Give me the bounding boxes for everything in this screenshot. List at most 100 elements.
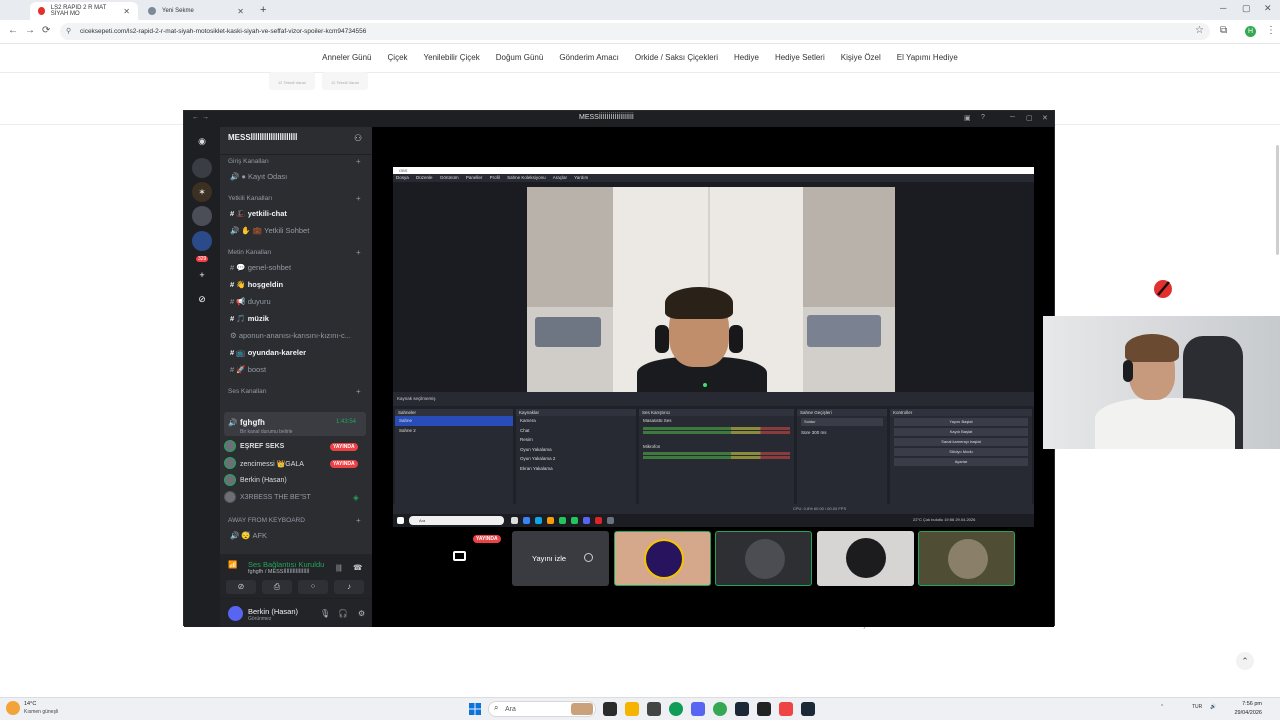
product-thumb[interactable]: 12 Tekstil Varan — [322, 72, 368, 90]
text-channel-oyundan[interactable]: # 📺 oyundan-kareler — [230, 348, 306, 357]
participant-tile[interactable] — [614, 531, 711, 586]
profile-avatar[interactable]: H — [1245, 26, 1256, 37]
text-channel-hosgeldin[interactable]: # 👋 hoşgeldin — [230, 280, 283, 289]
nav-link[interactable]: Anneler Günü — [322, 48, 371, 68]
server-name[interactable]: MESSİİİİİİİİİİİİİİİİİİİİİ — [228, 133, 297, 142]
app-icon[interactable] — [779, 702, 793, 716]
maximize-icon[interactable]: ▢ — [1242, 3, 1251, 14]
menu-item[interactable]: Düzenle — [416, 175, 433, 180]
noise-suppression-icon[interactable]: ||| — [336, 563, 342, 572]
nav-link[interactable]: Gönderim Amacı — [559, 48, 619, 68]
nav-link[interactable]: Orkide / Saksı Çiçekleri — [635, 48, 718, 68]
add-channel-icon[interactable]: + — [356, 387, 361, 396]
add-channel-icon[interactable]: + — [356, 516, 361, 525]
nav-link[interactable]: Hediye — [734, 48, 759, 68]
language-indicator[interactable]: TUR — [1192, 704, 1202, 710]
volume-icon[interactable]: 🔊 — [1210, 704, 1216, 710]
participant-tile[interactable] — [918, 531, 1015, 586]
voice-user[interactable]: EŞREF SEKS — [240, 443, 284, 450]
category-label[interactable]: Giriş Kanalları — [228, 158, 269, 165]
close-icon[interactable]: ✕ — [237, 7, 244, 16]
nav-link[interactable]: Çiçek — [388, 48, 408, 68]
chrome-icon[interactable] — [713, 702, 727, 716]
nav-link[interactable]: Kişiye Özel — [841, 48, 881, 68]
maximize-icon[interactable]: ▢ — [1026, 114, 1033, 122]
transition-duration[interactable]: Süre 300 ms — [797, 428, 887, 438]
scene-item[interactable]: Sahne — [395, 416, 513, 426]
server-icon-active[interactable] — [192, 206, 212, 226]
avatar[interactable] — [224, 474, 236, 486]
task-view-icon[interactable] — [603, 702, 617, 716]
avatar[interactable] — [224, 491, 236, 503]
participant-tile[interactable] — [715, 531, 812, 586]
category-label[interactable]: AWAY FROM KEYBOARD — [228, 517, 305, 524]
voice-channel-kayit[interactable]: 🔊 ● Kayıt Odası — [230, 172, 287, 181]
watch-stream-label[interactable]: Yayını izle — [532, 554, 566, 563]
avatar[interactable] — [224, 457, 236, 469]
source-item[interactable]: Oyun Yakalama — [516, 445, 636, 455]
file-explorer-icon[interactable] — [625, 702, 639, 716]
screen-share-button[interactable]: ⎙ — [262, 580, 292, 594]
source-item[interactable]: Oyun Yakalama 2 — [516, 454, 636, 464]
obs-window[interactable]: OBS Dosya Düzenle Görünüm Paneller Profi… — [393, 167, 1034, 527]
settings-gear-icon[interactable]: ⚙ — [358, 609, 365, 618]
voice-channel-yetkili-sohbet[interactable]: 🔊 ✋ 💼 Yetkili Sohbet — [230, 226, 309, 235]
menu-item[interactable]: Görünüm — [440, 175, 459, 180]
category-label[interactable]: Yetkili Kanalları — [228, 195, 272, 202]
microphone-icon[interactable]: 🎙 — [320, 609, 330, 618]
text-channel-muzik[interactable]: # 🎵 müzik — [230, 314, 269, 323]
add-channel-icon[interactable]: + — [356, 194, 361, 203]
forward-icon[interactable]: → — [25, 25, 35, 36]
tray-chevron-icon[interactable]: ⌃ — [1160, 704, 1164, 710]
menu-item[interactable]: Sahne Koleksiyonu — [507, 175, 546, 180]
stream-tile-screen[interactable]: YAYINDA — [411, 531, 508, 586]
weather-temp[interactable]: 14°C — [24, 701, 36, 707]
close-icon[interactable]: ✕ — [1042, 114, 1048, 122]
virtual-camera-button[interactable]: Sanal kamerayı başlat — [894, 438, 1028, 446]
menu-item[interactable]: Dosya — [396, 175, 409, 180]
steam-icon[interactable] — [801, 702, 815, 716]
close-window-icon[interactable]: ✕ — [1264, 3, 1272, 14]
back-icon[interactable]: ← — [8, 25, 18, 36]
menu-icon[interactable]: ⋮ — [1266, 25, 1276, 36]
settings-button[interactable]: Ayarlar — [894, 458, 1028, 466]
voice-status[interactable]: Ses Bağlantısı Kuruldu — [248, 560, 324, 569]
extensions-icon[interactable]: ⧉ — [1220, 25, 1227, 36]
source-item[interactable]: Resim — [516, 435, 636, 445]
start-stream-button[interactable]: Yayını Başlat — [894, 418, 1028, 426]
close-icon[interactable]: ✕ — [123, 7, 130, 16]
discover-icon[interactable]: ⊘ — [192, 289, 212, 309]
category-label[interactable]: Ses Kanalları — [228, 388, 267, 395]
avatar[interactable] — [224, 440, 236, 452]
username[interactable]: Berkin (Hasan) — [248, 607, 298, 616]
scroll-to-top-button[interactable]: ⌃ — [1236, 652, 1254, 670]
scene-item[interactable]: Sahne 2 — [395, 426, 513, 436]
app-icon[interactable] — [647, 702, 661, 716]
new-tab-button[interactable]: + — [260, 4, 266, 16]
voice-user[interactable]: X3RBESS THE BE"ST — [240, 494, 311, 501]
inbox-icon[interactable]: ▣ — [964, 114, 971, 122]
weather-icon[interactable] — [6, 701, 20, 715]
back-icon[interactable]: ← — [192, 114, 199, 121]
steam-icon[interactable] — [735, 702, 749, 716]
nav-link[interactable]: El Yapımı Hediye — [897, 48, 958, 68]
help-icon[interactable]: ? — [981, 114, 985, 121]
menu-item[interactable]: Yardım — [574, 175, 588, 180]
system-clock[interactable]: 7:56 pm 29/04/2026 — [1228, 700, 1262, 718]
windows-start-icon[interactable] — [469, 703, 481, 715]
nav-link[interactable]: Yenilebilir Çiçek — [424, 48, 480, 68]
participant-tile[interactable] — [817, 531, 914, 586]
add-member-icon[interactable]: ⚇ — [354, 133, 362, 144]
voice-channel-afk[interactable]: 🔊 😴 AFK — [230, 531, 267, 540]
text-channel-duyuru[interactable]: # 📢 duyuru — [230, 297, 271, 306]
minimize-icon[interactable]: ─ — [1220, 3, 1226, 13]
page-scrollbar[interactable] — [1276, 145, 1279, 255]
voice-user[interactable]: Berkin (Hasan) — [240, 477, 287, 484]
menu-item[interactable]: Profil — [490, 175, 500, 180]
minimize-icon[interactable]: ─ — [1010, 114, 1015, 121]
site-info-icon[interactable]: ⚲ — [66, 27, 71, 35]
menu-item[interactable]: Araçlar — [553, 175, 567, 180]
add-channel-icon[interactable]: + — [356, 157, 361, 166]
start-recording-button[interactable]: Kaydı Başlat — [894, 428, 1028, 436]
transition-select[interactable]: Soldur — [801, 418, 883, 426]
